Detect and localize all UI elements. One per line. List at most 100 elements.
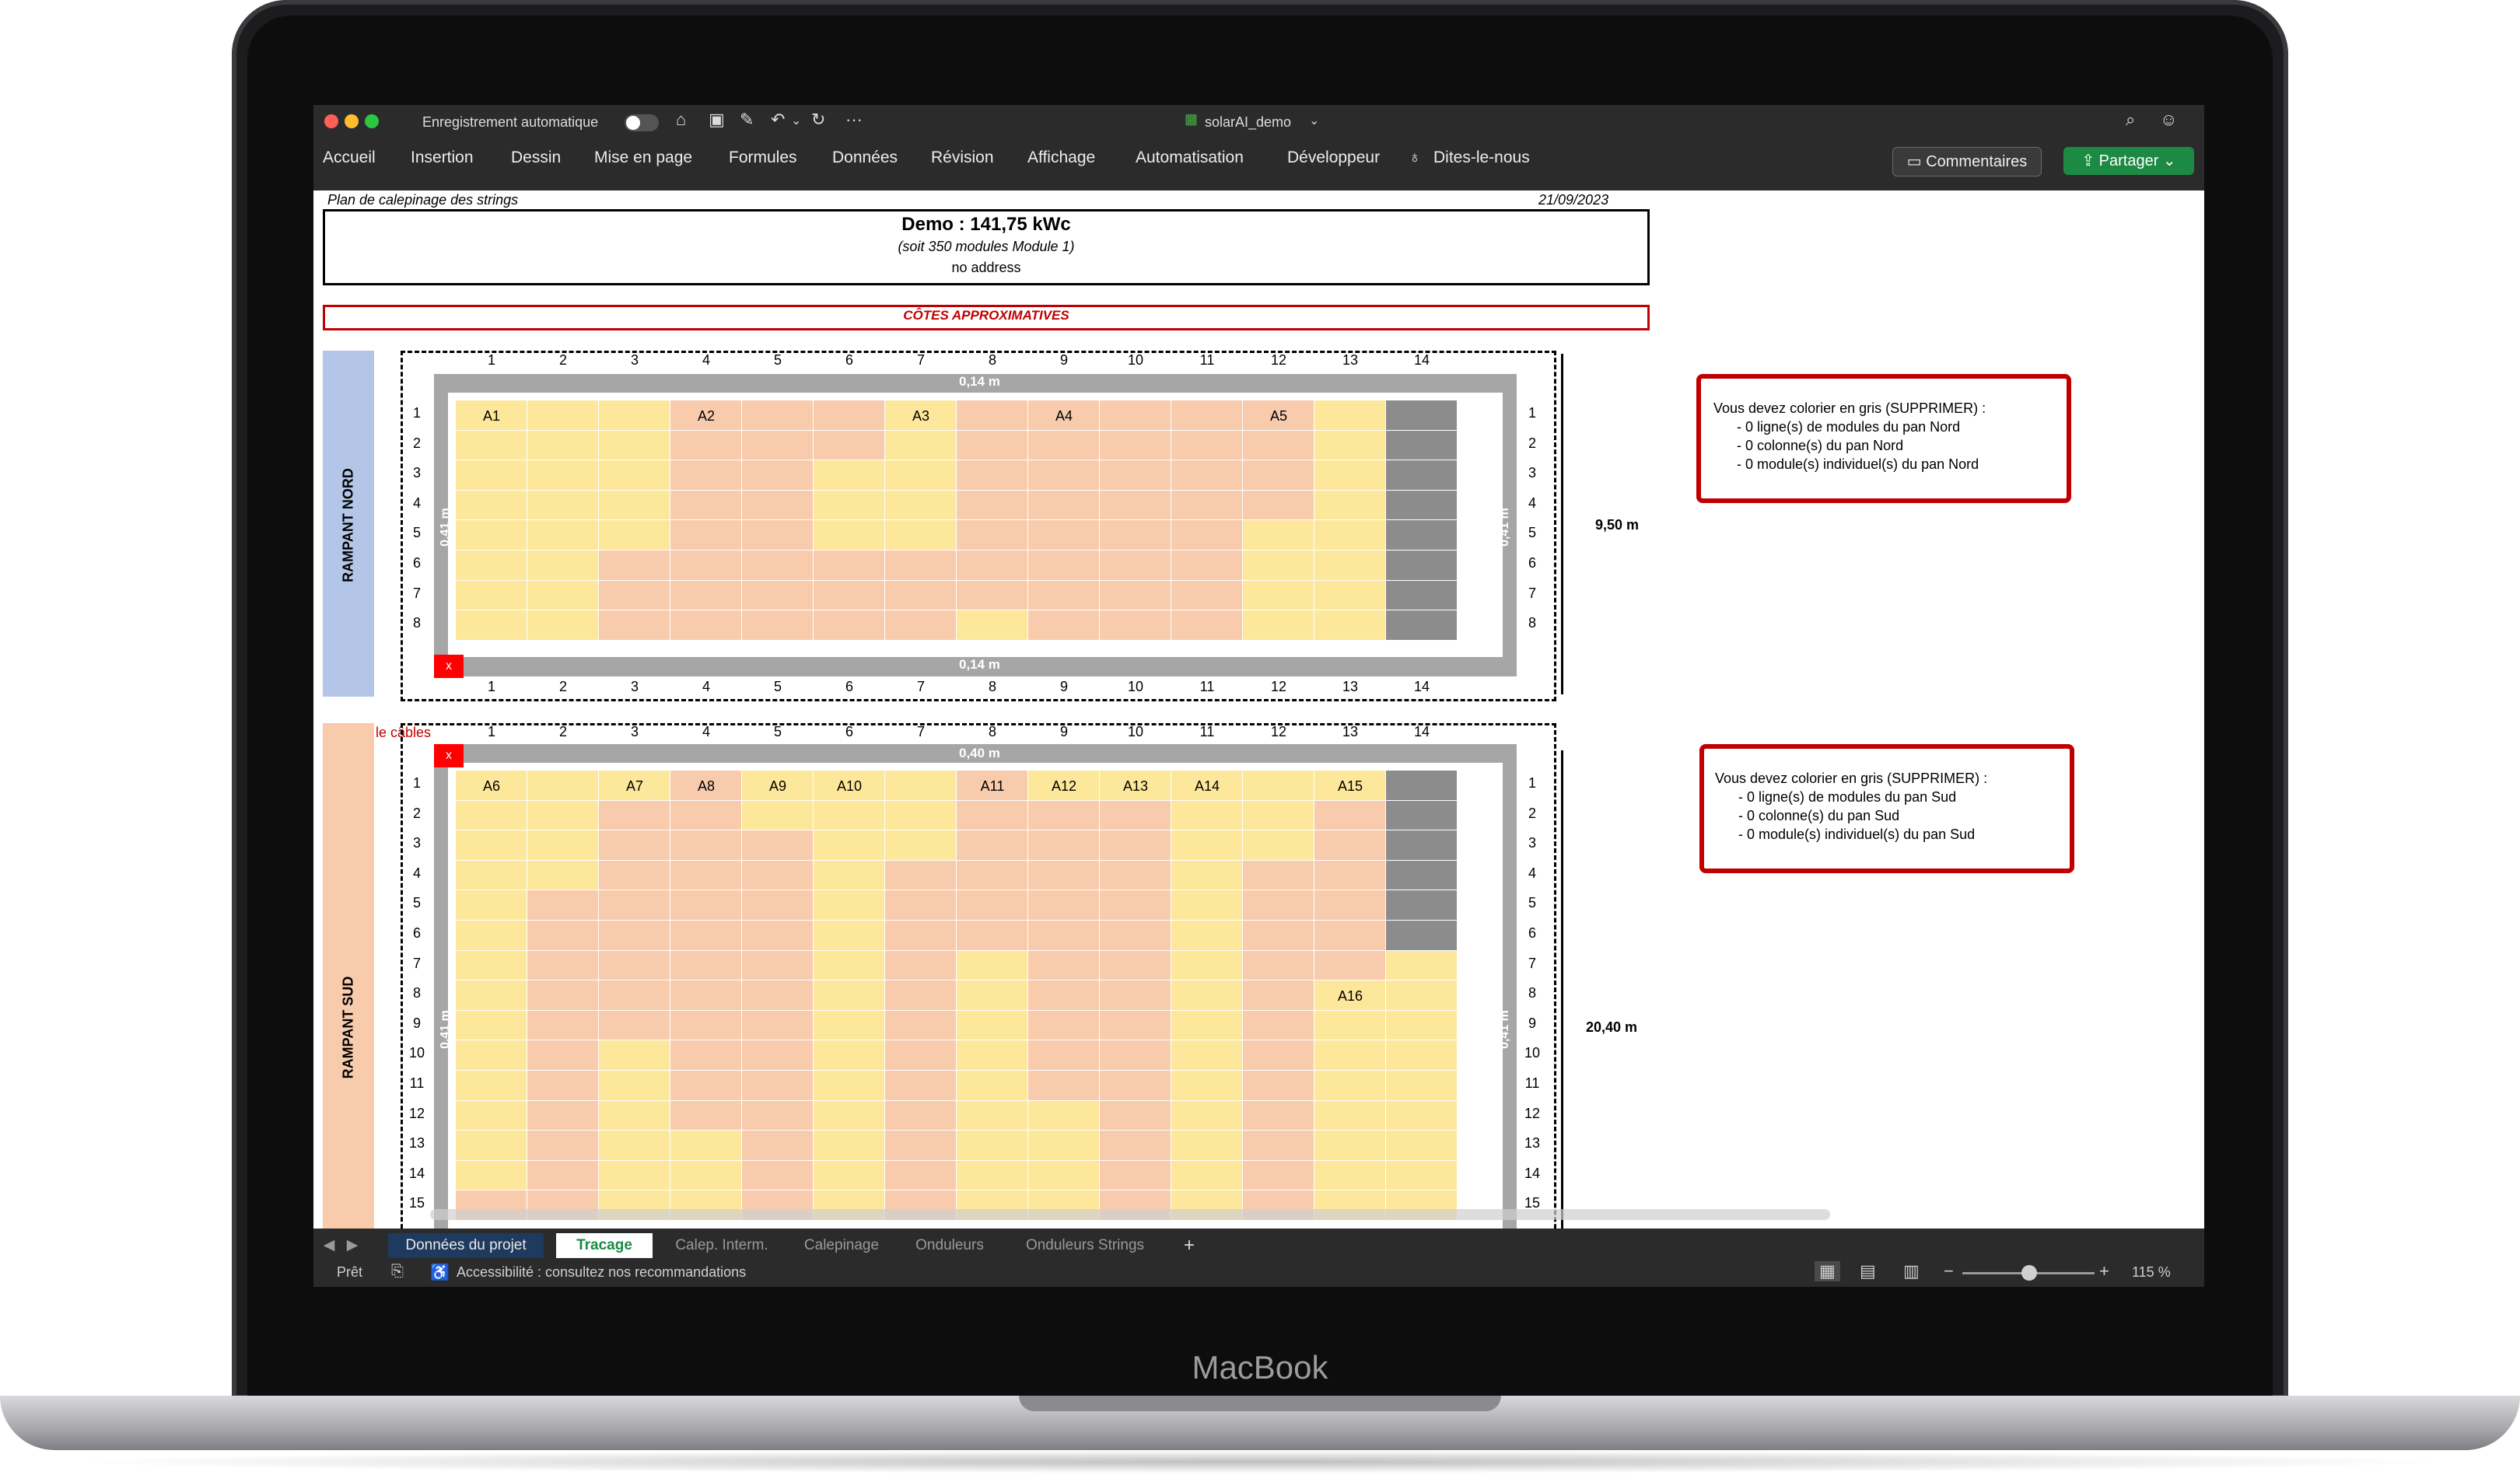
module-cell[interactable] [456,610,527,641]
module-cell[interactable] [456,1160,527,1191]
module-cell[interactable] [1243,460,1314,491]
module-cell[interactable] [527,860,599,891]
module-cell[interactable] [957,830,1028,861]
module-cell[interactable] [885,890,957,921]
module-cell[interactable] [1171,551,1243,581]
module-cell[interactable] [957,860,1028,891]
module-cell[interactable] [1386,610,1458,641]
autosave-toggle[interactable] [625,114,659,131]
save-icon[interactable]: ▣ [709,110,725,130]
module-cell[interactable] [1171,490,1243,521]
account-icon[interactable]: ☺ [2160,110,2177,130]
module-cell[interactable] [742,551,814,581]
module-cell[interactable] [1100,610,1171,641]
module-cell[interactable] [599,1071,670,1101]
module-cell[interactable] [670,1160,742,1191]
module-cell[interactable] [456,580,527,611]
module-cell[interactable] [670,580,742,611]
module-cell[interactable] [527,1071,599,1101]
module-cell[interactable] [1243,830,1314,861]
module-cell[interactable] [742,921,814,951]
module-cell[interactable] [814,490,885,521]
module-cell[interactable] [814,1100,885,1131]
module-cell[interactable] [957,460,1028,491]
module-cell[interactable] [456,921,527,951]
module-cell[interactable] [670,830,742,861]
module-cell[interactable] [1243,490,1314,521]
module-cell[interactable] [957,430,1028,461]
module-cell[interactable] [814,800,885,831]
module-cell[interactable] [1314,460,1386,491]
module-cell[interactable] [885,1100,957,1131]
module-cell[interactable] [1100,1160,1171,1191]
page-break-view-icon[interactable]: ▥ [1903,1261,1920,1281]
module-cell[interactable] [1100,580,1171,611]
module-cell[interactable] [1386,1010,1458,1041]
module-cell[interactable] [527,610,599,641]
module-cell[interactable] [1171,460,1243,491]
chevron-down-icon[interactable]: ⌄ [791,113,801,128]
module-cell[interactable] [885,860,957,891]
module-cell[interactable] [814,1010,885,1041]
module-cell[interactable] [1243,860,1314,891]
tab-mise-en-page[interactable]: Mise en page [594,149,692,167]
module-cell[interactable] [1314,890,1386,921]
module-cell[interactable] [1314,1131,1386,1161]
module-cell[interactable] [814,890,885,921]
module-cell[interactable] [1028,520,1100,551]
module-cell[interactable] [670,950,742,981]
module-cell[interactable] [527,980,599,1011]
module-cell[interactable] [814,551,885,581]
worksheet[interactable]: Plan de calepinage des strings 21/09/202… [313,190,2204,1229]
document-title[interactable]: solarAI_demo [1205,114,1291,131]
share-button[interactable]: ⇪ Partager ⌄ [2063,147,2194,175]
module-cell[interactable] [1100,830,1171,861]
module-cell[interactable] [742,800,814,831]
module-cell[interactable] [1314,800,1386,831]
module-cell[interactable] [1028,490,1100,521]
module-cell[interactable] [670,551,742,581]
module-cell[interactable] [599,460,670,491]
save-as-icon[interactable]: ✎ [740,110,754,130]
module-cell[interactable] [1100,1071,1171,1101]
module-cell[interactable] [456,520,527,551]
module-cell[interactable] [885,551,957,581]
module-cell[interactable] [1171,610,1243,641]
module-cell[interactable] [1386,860,1458,891]
module-cell[interactable] [599,490,670,521]
module-cell[interactable] [1028,800,1100,831]
sheet-tab-onduleurs[interactable]: Onduleurs [903,1233,996,1258]
module-cell[interactable] [1100,1040,1171,1071]
module-cell[interactable] [1314,490,1386,521]
module-cell[interactable] [1386,490,1458,521]
module-cell[interactable] [1386,950,1458,981]
module-cell[interactable] [1386,830,1458,861]
comments-button[interactable]: ▭ Commentaires [1892,147,2042,177]
module-cell[interactable] [1314,1160,1386,1191]
tab-dessin[interactable]: Dessin [511,149,561,167]
module-cell[interactable] [527,430,599,461]
module-cell[interactable] [599,860,670,891]
module-cell[interactable] [670,430,742,461]
module-cell[interactable] [1171,830,1243,861]
module-cell[interactable] [1171,1010,1243,1041]
module-cell[interactable] [814,1131,885,1161]
title-chevron-icon[interactable]: ⌄ [1309,113,1319,128]
module-cell[interactable] [599,921,670,951]
search-icon[interactable]: ⌕ [2126,110,2135,130]
tab-revision[interactable]: Révision [931,149,994,167]
module-cell[interactable] [957,921,1028,951]
module-cell[interactable] [814,1160,885,1191]
module-cell[interactable] [957,580,1028,611]
module-cell[interactable] [1314,400,1386,431]
module-cell[interactable] [1314,1071,1386,1101]
module-cell[interactable] [1243,1160,1314,1191]
module-cell[interactable] [1171,520,1243,551]
module-cell[interactable] [742,980,814,1011]
module-cell[interactable] [742,520,814,551]
module-cell[interactable] [1028,610,1100,641]
tab-developpeur[interactable]: Développeur [1287,149,1380,167]
module-cell[interactable] [957,1040,1028,1071]
zoom-out-button[interactable]: − [1944,1261,1954,1281]
tab-automatisation[interactable]: Automatisation [1136,149,1244,167]
